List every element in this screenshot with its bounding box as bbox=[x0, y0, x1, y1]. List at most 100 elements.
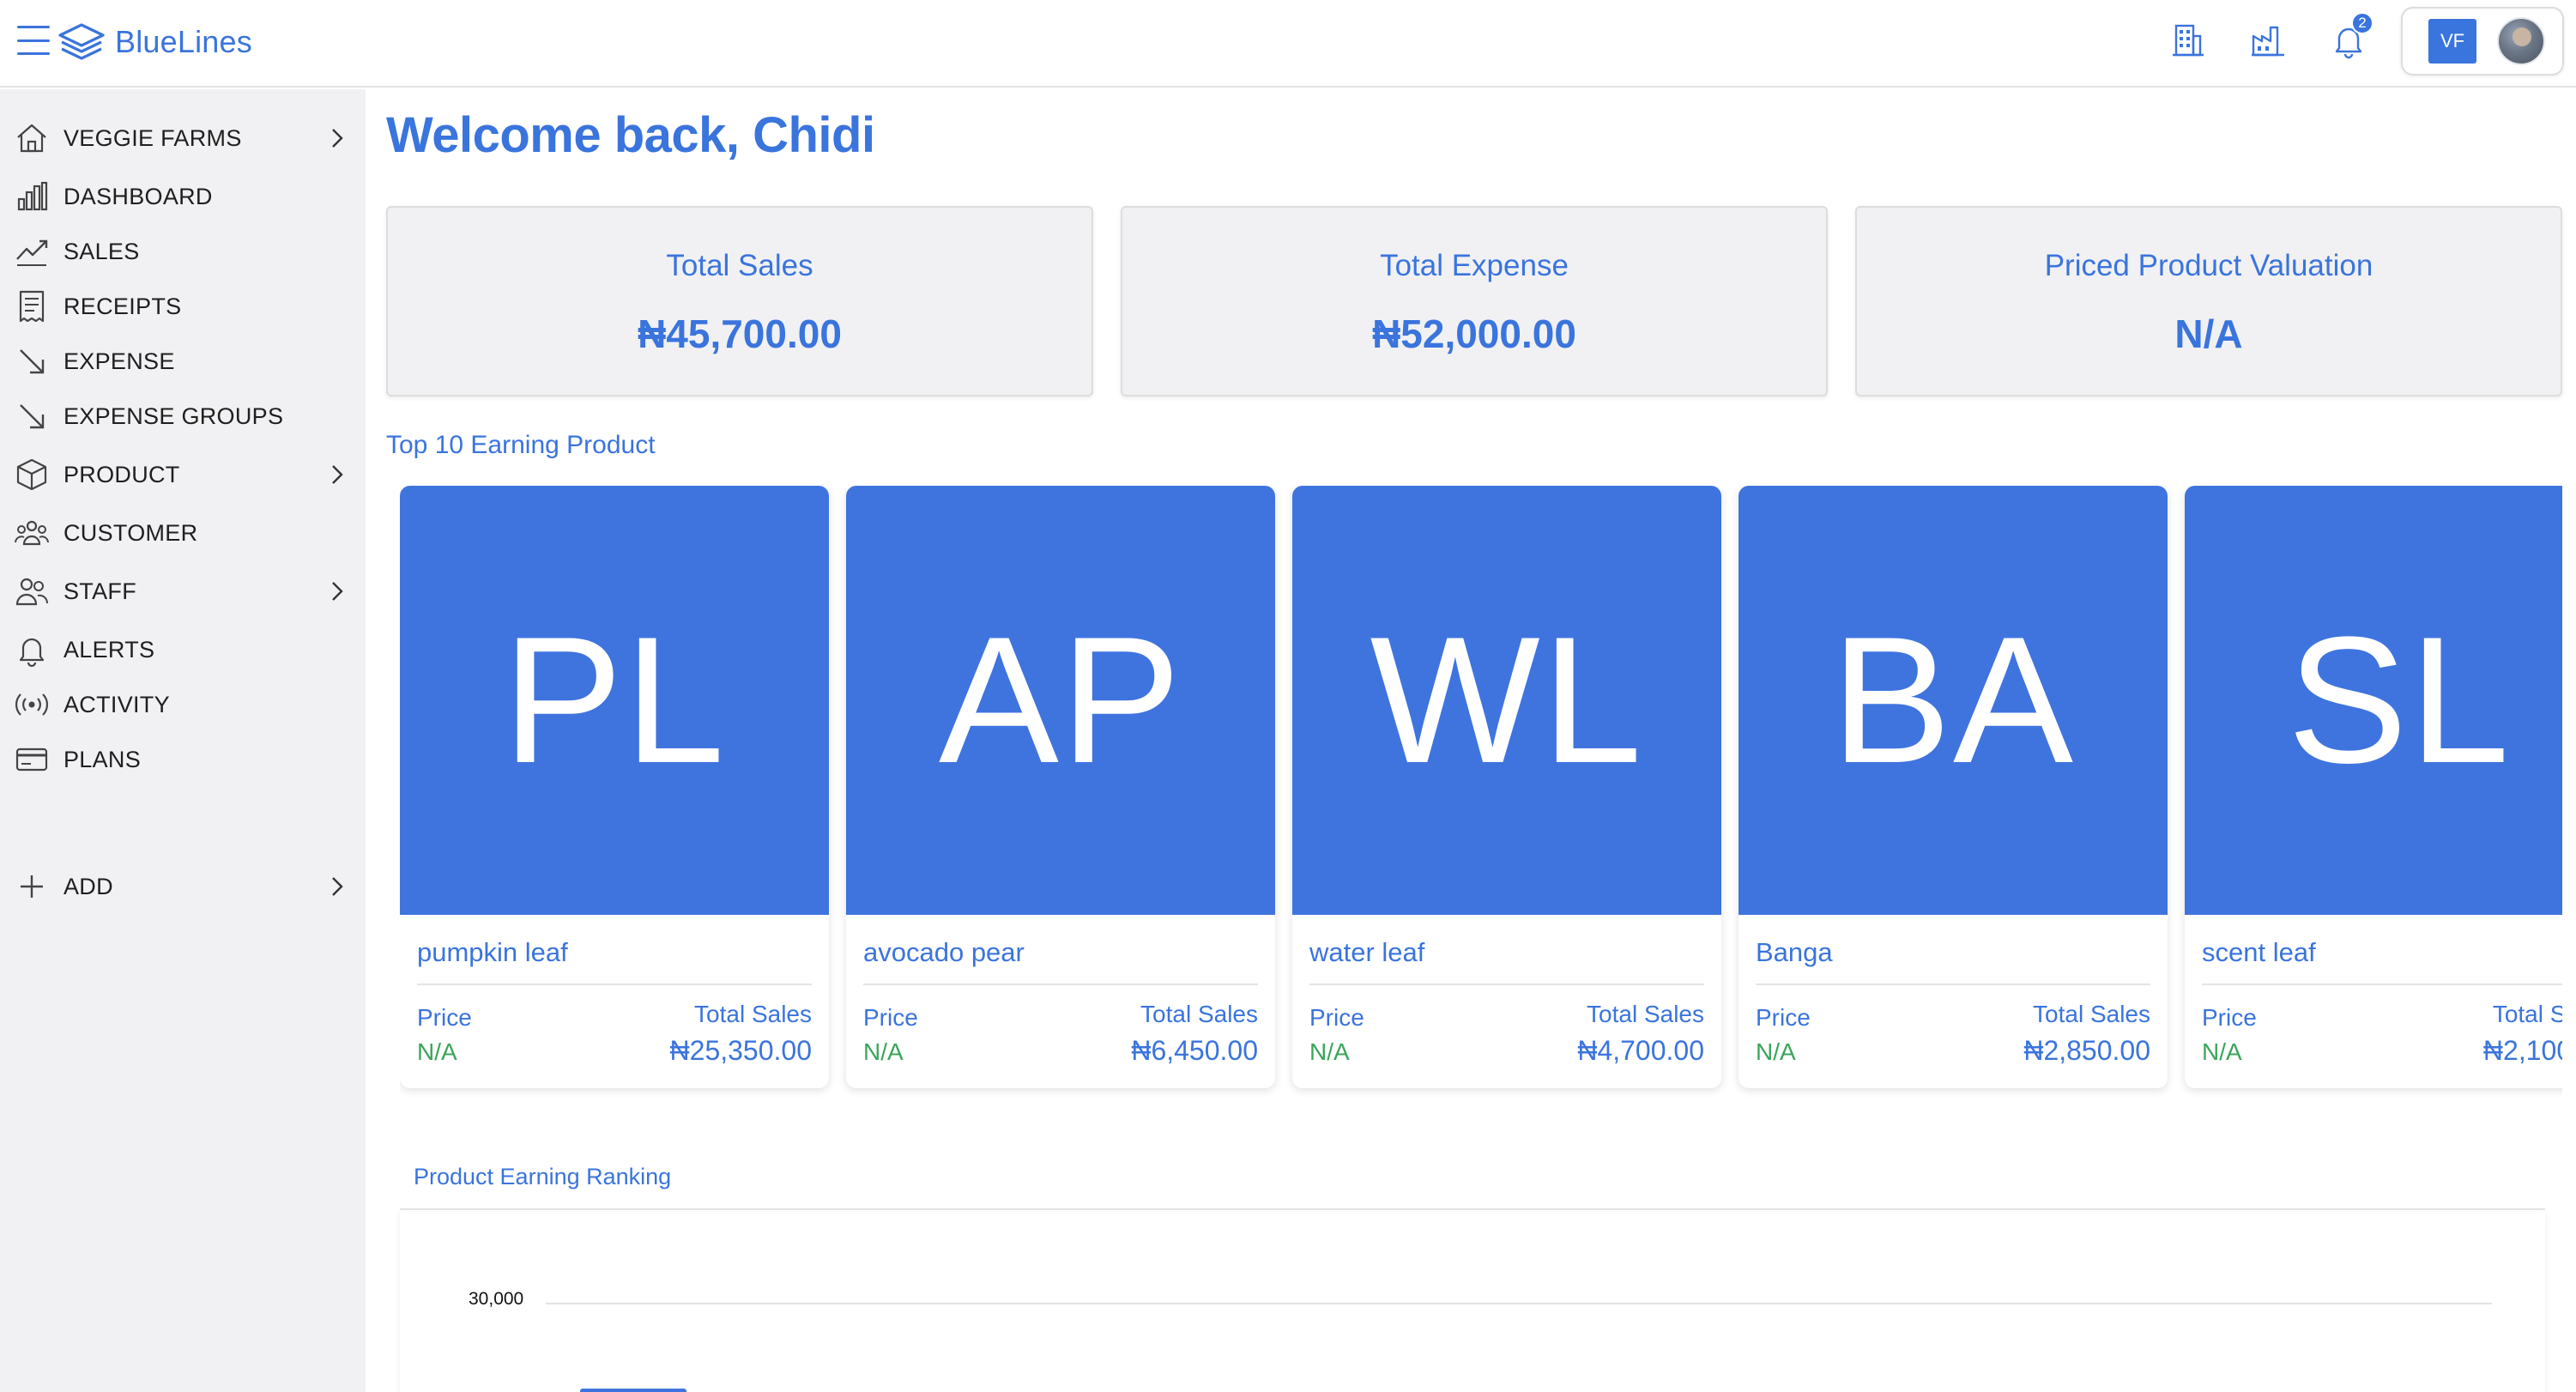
chevron-right-icon bbox=[324, 874, 350, 899]
sidebar-item-receipts[interactable]: RECEIPTS bbox=[0, 281, 366, 331]
price-value: N/A bbox=[417, 1038, 457, 1065]
total-sales-value: ₦25,350.00 bbox=[669, 1035, 812, 1066]
box-icon bbox=[14, 457, 50, 493]
divider bbox=[863, 983, 1258, 985]
product-initials-tile: PL bbox=[400, 486, 829, 915]
product-card[interactable]: WL water leaf Price N/A Total Sales ₦4,7… bbox=[1292, 486, 1721, 1088]
product-card[interactable]: BA Banga Price N/A Total Sales ₦2,850.00 bbox=[1738, 486, 2168, 1088]
divider bbox=[417, 983, 812, 985]
product-card[interactable]: AP avocado pear Price N/A Total Sales ₦6… bbox=[846, 486, 1275, 1088]
product-card[interactable]: PL pumpkin leaf Price N/A Total Sales ₦2… bbox=[400, 486, 829, 1088]
ranking-chart-panel bbox=[400, 1212, 2545, 1392]
credit-card-icon bbox=[14, 741, 50, 778]
chevron-right-icon bbox=[324, 462, 350, 487]
sidebar-item-expense[interactable]: EXPENSE bbox=[0, 336, 366, 386]
sidebar-item-dashboard[interactable]: DASHBOARD bbox=[0, 172, 366, 221]
top-bar: BlueLines 2 VF bbox=[0, 0, 2576, 88]
chevron-right-icon bbox=[324, 125, 350, 151]
notification-badge: 2 bbox=[2351, 12, 2373, 34]
divider bbox=[400, 1208, 2545, 1210]
sidebar-item-customer[interactable]: CUSTOMER bbox=[0, 508, 366, 558]
stat-value: ₦45,700.00 bbox=[638, 312, 842, 356]
stat-card-priced-product-valuation: Priced Product Valuation N/A bbox=[1855, 206, 2562, 396]
section-title-product-ranking: Product Earning Ranking bbox=[414, 1164, 672, 1189]
product-initials-tile: WL bbox=[1292, 486, 1721, 915]
plus-icon bbox=[14, 868, 50, 905]
product-initials-tile: AP bbox=[846, 486, 1275, 915]
price-label: Price bbox=[863, 1004, 918, 1031]
sidebar-item-label: PRODUCT bbox=[63, 461, 180, 487]
stat-value: ₦52,000.00 bbox=[1372, 312, 1576, 356]
product-name: Banga bbox=[1756, 937, 1833, 967]
price-value: N/A bbox=[1309, 1038, 1350, 1065]
sidebar-item-add[interactable]: ADD bbox=[0, 862, 366, 911]
price-label: Price bbox=[1756, 1004, 1811, 1031]
total-sales-label: Total Sales bbox=[694, 1001, 812, 1027]
sidebar-item-label: VEGGIE FARMS bbox=[63, 124, 242, 151]
sidebar-item-label: RECEIPTS bbox=[63, 293, 182, 319]
stat-card-total-expense: Total Expense ₦52,000.00 bbox=[1121, 206, 1828, 396]
ranking-bar bbox=[580, 1389, 686, 1392]
broadcast-icon bbox=[14, 687, 50, 723]
product-card[interactable]: SL scent leaf Price N/A Total Sa ₦2,100. bbox=[2185, 486, 2562, 1088]
sidebar-item-plans[interactable]: PLANS bbox=[0, 735, 366, 784]
product-initials-tile: SL bbox=[2185, 486, 2562, 915]
factory-icon[interactable] bbox=[2248, 21, 2288, 60]
sidebar-item-label: EXPENSE bbox=[63, 348, 175, 374]
stat-title: Total Sales bbox=[666, 249, 813, 282]
total-sales-value: ₦2,850.00 bbox=[2023, 1035, 2150, 1066]
sidebar-item-sales[interactable]: SALES bbox=[0, 227, 366, 276]
sidebar-item-staff[interactable]: STAFF bbox=[0, 566, 366, 616]
sidebar-item-label: ALERTS bbox=[63, 636, 155, 663]
y-axis-tick-label: 30,000 bbox=[469, 1289, 524, 1309]
total-sales-label: Total Sales bbox=[2033, 1001, 2150, 1027]
price-value: N/A bbox=[2202, 1038, 2242, 1065]
divider bbox=[2202, 983, 2562, 985]
total-sales-label: Total Sales bbox=[1587, 1001, 1704, 1027]
sidebar-item-label: EXPENSE GROUPS bbox=[63, 402, 284, 429]
chart-gridline bbox=[546, 1303, 2492, 1304]
sidebar-item-product[interactable]: PRODUCT bbox=[0, 450, 366, 499]
bell-icon[interactable]: 2 bbox=[2329, 12, 2373, 60]
sidebar-item-label: SALES bbox=[63, 238, 140, 264]
brand[interactable]: BlueLines bbox=[57, 19, 252, 65]
bell-icon bbox=[14, 632, 50, 668]
divider bbox=[1756, 983, 2150, 985]
chevron-right-icon bbox=[324, 578, 350, 604]
divider bbox=[1309, 983, 1704, 985]
price-value: N/A bbox=[863, 1038, 904, 1065]
users-icon bbox=[14, 573, 50, 609]
price-value: N/A bbox=[1756, 1038, 1796, 1065]
sidebar-item-activity[interactable]: ACTIVITY bbox=[0, 680, 366, 729]
top-products-carousel[interactable]: PL pumpkin leaf Price N/A Total Sales ₦2… bbox=[400, 486, 2562, 1104]
total-sales-value: ₦6,450.00 bbox=[1131, 1035, 1258, 1066]
product-name: avocado pear bbox=[863, 937, 1025, 967]
product-initials-tile: BA bbox=[1738, 486, 2168, 915]
sidebar-item-label: CUSTOMER bbox=[63, 519, 198, 546]
app-name: BlueLines bbox=[115, 24, 252, 59]
stat-value: N/A bbox=[2174, 312, 2243, 356]
sidebar-item-alerts[interactable]: ALERTS bbox=[0, 625, 366, 675]
sidebar-item-label: ADD bbox=[63, 873, 113, 899]
account-switcher[interactable]: VF bbox=[2401, 7, 2564, 76]
sidebar: VEGGIE FARMS DASHBOARD SALES RECEIPTS EX… bbox=[0, 89, 366, 1392]
menu-icon[interactable] bbox=[17, 26, 50, 55]
bar-chart-icon bbox=[14, 179, 50, 215]
sidebar-item-veggie-farms[interactable]: VEGGIE FARMS bbox=[0, 113, 366, 163]
total-sales-value: ₦4,700.00 bbox=[1577, 1035, 1704, 1066]
total-sales-label: Total Sa bbox=[2492, 1001, 2562, 1027]
product-name: pumpkin leaf bbox=[417, 937, 568, 967]
sidebar-item-label: ACTIVITY bbox=[63, 691, 170, 717]
building-icon[interactable] bbox=[2168, 21, 2207, 60]
price-label: Price bbox=[417, 1004, 472, 1031]
trend-up-icon bbox=[14, 233, 50, 269]
avatar[interactable] bbox=[2497, 17, 2545, 65]
stat-card-total-sales: Total Sales ₦45,700.00 bbox=[386, 206, 1093, 396]
product-name: scent leaf bbox=[2202, 937, 2316, 967]
sidebar-item-expense-groups[interactable]: EXPENSE GROUPS bbox=[0, 391, 366, 441]
price-label: Price bbox=[1309, 1004, 1364, 1031]
page-title: Welcome back, Chidi bbox=[386, 107, 875, 163]
sidebar-item-label: STAFF bbox=[63, 578, 136, 604]
product-name: water leaf bbox=[1309, 937, 1425, 967]
arrow-down-right-icon bbox=[14, 343, 50, 379]
